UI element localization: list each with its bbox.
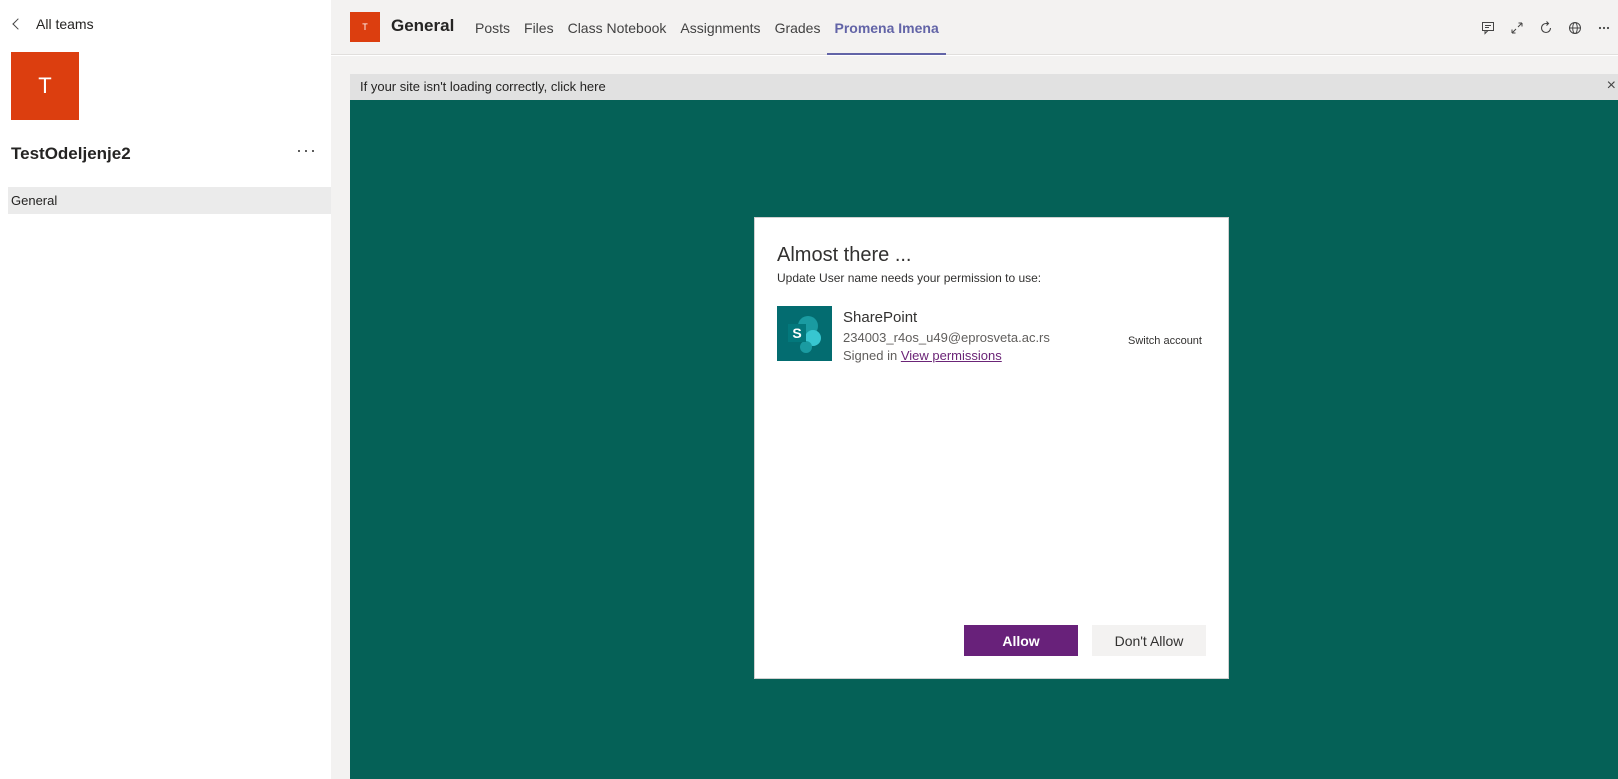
dont-allow-button[interactable]: Don't Allow <box>1092 625 1206 656</box>
top-strip <box>331 0 1618 7</box>
dialog-title: Almost there ... <box>777 244 912 266</box>
team-more-options-icon[interactable]: ··· <box>296 140 317 161</box>
reload-icon[interactable] <box>1531 17 1560 39</box>
allow-button[interactable]: Allow <box>964 625 1078 656</box>
sharepoint-logo-letter: S <box>792 325 801 341</box>
tab-assignments[interactable]: Assignments <box>673 7 767 55</box>
tab-files[interactable]: Files <box>517 7 561 55</box>
tab-promena-imena[interactable]: Promena Imena <box>827 7 946 55</box>
chevron-left-icon <box>12 18 24 30</box>
account-email: 234003_r4os_u49@eprosveta.ac.rs <box>843 330 1050 345</box>
team-name: TestOdeljenje2 <box>11 144 131 163</box>
sharepoint-icon: S <box>777 306 832 361</box>
expand-icon[interactable] <box>1502 17 1531 39</box>
channel-header: T General Posts Files Class Notebook Ass… <box>331 7 1618 55</box>
tab-class-notebook[interactable]: Class Notebook <box>561 7 674 55</box>
signed-in-label: Signed in <box>843 348 898 363</box>
view-permissions-link[interactable]: View permissions <box>901 348 1002 363</box>
app-name: SharePoint <box>843 309 918 326</box>
team-sidebar: All teams T TestOdeljenje2 ··· General <box>0 0 331 779</box>
globe-icon[interactable] <box>1560 17 1589 39</box>
tab-bar: Posts Files Class Notebook Assignments G… <box>468 7 946 55</box>
channel-avatar: T <box>350 12 380 42</box>
tab-posts[interactable]: Posts <box>468 7 517 55</box>
signed-in-status: Signed in View permissions <box>843 348 1002 363</box>
more-icon[interactable] <box>1589 17 1618 39</box>
notice-text[interactable]: If your site isn't loading correctly, cl… <box>360 79 606 94</box>
close-icon[interactable]: × <box>1607 78 1616 94</box>
sidebar-item-general[interactable]: General <box>8 187 331 214</box>
channel-title: General <box>391 16 455 35</box>
header-actions <box>1473 17 1618 39</box>
switch-account-link[interactable]: Switch account <box>1128 335 1202 347</box>
all-teams-link[interactable]: All teams <box>12 16 94 32</box>
conversation-icon[interactable] <box>1473 17 1502 39</box>
permission-dialog: Almost there ... Update User name needs … <box>754 217 1229 679</box>
team-avatar: T <box>11 52 79 120</box>
tab-grades[interactable]: Grades <box>768 7 828 55</box>
all-teams-label: All teams <box>36 16 94 32</box>
dialog-subtitle: Update User name needs your permission t… <box>777 271 1042 285</box>
loading-notice[interactable]: If your site isn't loading correctly, cl… <box>350 74 1618 100</box>
